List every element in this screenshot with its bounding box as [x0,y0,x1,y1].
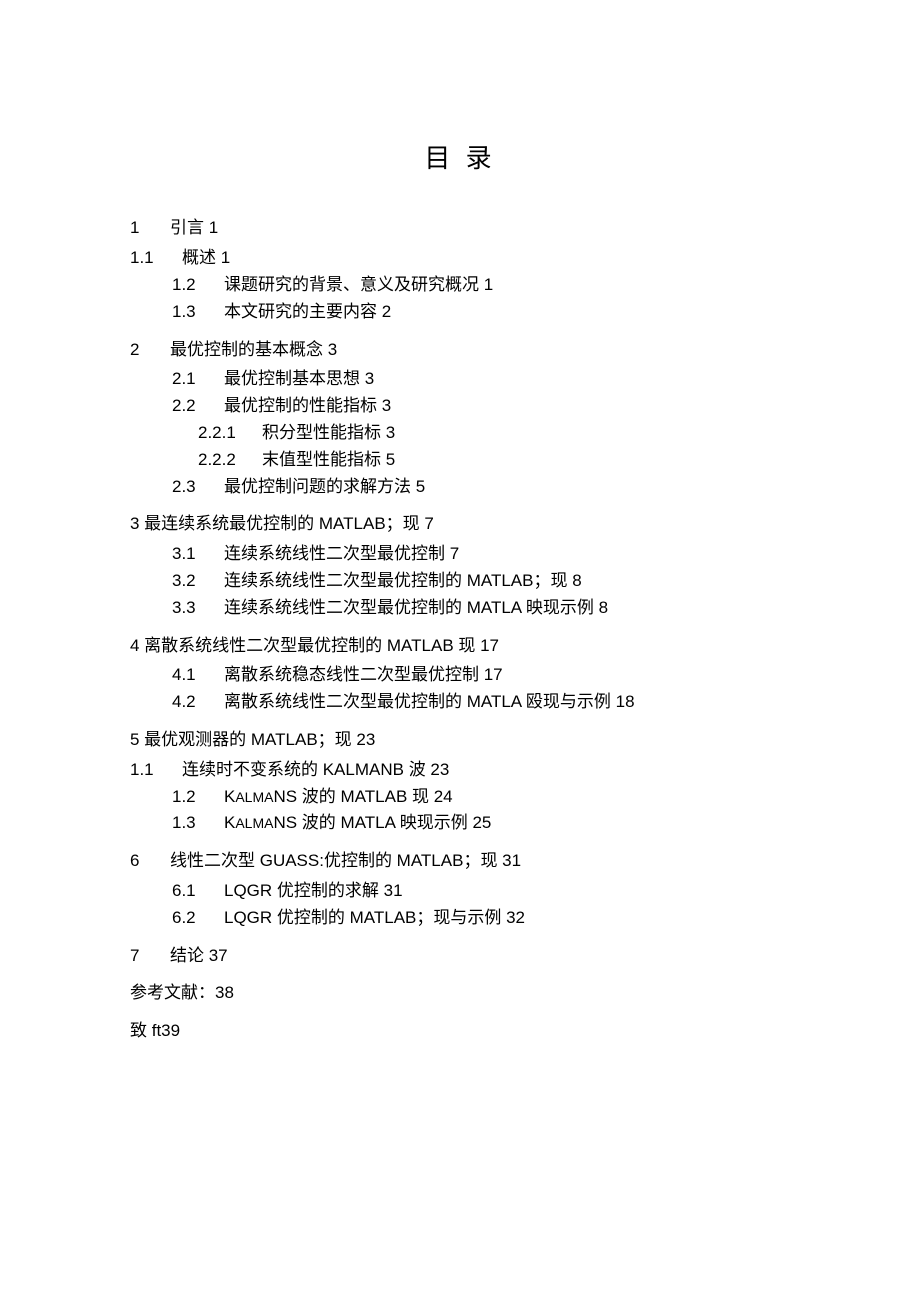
toc-section-3: 3 最连续系统最优控制的 MATLAB；现 7 3.1连续系统线性二次型最优控制… [130,512,790,619]
entry-number: 3.2 [172,569,224,593]
entry-number: 2.2.1 [198,421,262,445]
toc-section-5: 5 最优观测器的 MATLAB；现 23 1.1连续时不变系统的 KALMANB… [130,728,790,835]
entry-text: 连续系统线性二次型最优控制 7 [224,544,459,563]
toc-references: 参考文献：38 [130,981,790,1005]
entry-number: 1 [130,216,170,240]
toc-entry: 4.1离散系统稳态线性二次型最优控制 17 [130,663,790,687]
toc-entry: 1.2课题研究的背景、意义及研究概况 1 [130,273,790,297]
toc-entry: 6.2LQGR 优控制的 MATLAB；现与示例 32 [130,906,790,930]
entry-text: 离散系统线性二次型最优控制的 MATLA 殴现与示例 18 [224,692,635,711]
entry-number: 1.1 [130,758,182,782]
toc-entry: 4 离散系统线性二次型最优控制的 MATLAB 现 17 [130,634,790,658]
entry-number: 2.2 [172,394,224,418]
entry-number: 7 [130,944,170,968]
toc-section-7: 7结论 37 [130,944,790,968]
toc-entry: 3 最连续系统最优控制的 MATLAB；现 7 [130,512,790,536]
entry-text: 3 最连续系统最优控制的 MATLAB；现 7 [130,514,434,533]
toc-entry: 6线性二次型 GUASS:优控制的 MATLAB；现 31 [130,849,790,873]
toc-entry: 6.1LQGR 优控制的求解 31 [130,879,790,903]
toc-section-6: 6线性二次型 GUASS:优控制的 MATLAB；现 31 6.1LQGR 优控… [130,849,790,929]
entry-text: 本文研究的主要内容 2 [224,302,391,321]
entry-number: 1.2 [172,273,224,297]
entry-number: 1.3 [172,811,224,835]
toc-entry: 参考文献：38 [130,981,790,1005]
entry-text: 线性二次型 GUASS:优控制的 MATLAB；现 31 [170,851,521,870]
toc-entry: 1.1连续时不变系统的 KALMANB 波 23 [130,758,790,782]
entry-text: 最优控制的基本概念 3 [170,340,337,359]
entry-text: 引言 1 [170,218,218,237]
toc-entry: 2.1最优控制基本思想 3 [130,367,790,391]
entry-text: LQGR 优控制的 MATLAB；现与示例 32 [224,908,525,927]
entry-text: LQGR 优控制的求解 31 [224,881,403,900]
entry-text-post: NS 波的 MATLA 映现示例 25 [273,813,491,832]
toc-section-1: 1引言 1 1.1概述 1 1.2课题研究的背景、意义及研究概况 1 1.3本文… [130,216,790,323]
toc-entry: 7结论 37 [130,944,790,968]
entry-text: 积分型性能指标 3 [262,423,395,442]
toc-acknowledgement: 致 ft39 [130,1019,790,1043]
toc-entry: 1引言 1 [130,216,790,240]
entry-number: 2.2.2 [198,448,262,472]
toc-entry: 2.2最优控制的性能指标 3 [130,394,790,418]
entry-text: 末值型性能指标 5 [262,450,395,469]
entry-number: 1.3 [172,300,224,324]
entry-number: 6.1 [172,879,224,903]
toc-entry: 致 ft39 [130,1019,790,1043]
entry-number: 2.1 [172,367,224,391]
entry-text: 最优控制的性能指标 3 [224,396,391,415]
toc-entry: 5 最优观测器的 MATLAB；现 23 [130,728,790,752]
entry-number: 4.1 [172,663,224,687]
entry-text: 连续系统线性二次型最优控制的 MATLA 映现示例 8 [224,598,608,617]
entry-text: 连续时不变系统的 KALMANB 波 23 [182,760,449,779]
entry-text-pre: K [224,787,235,806]
entry-number: 1.1 [130,246,182,270]
toc-entry: 3.2连续系统线性二次型最优控制的 MATLAB；现 8 [130,569,790,593]
entry-number: 2.3 [172,475,224,499]
entry-text-pre: K [224,813,235,832]
entry-number: 4.2 [172,690,224,714]
entry-text: 概述 1 [182,248,230,267]
entry-number: 3.3 [172,596,224,620]
toc-entry: 3.1连续系统线性二次型最优控制 7 [130,542,790,566]
toc-entry: 2最优控制的基本概念 3 [130,338,790,362]
toc-entry: 3.3连续系统线性二次型最优控制的 MATLA 映现示例 8 [130,596,790,620]
entry-text-post: NS 波的 MATLAB 现 24 [273,787,452,806]
entry-text: 最优控制基本思想 3 [224,369,374,388]
entry-text: 4 离散系统线性二次型最优控制的 MATLAB 现 17 [130,636,499,655]
entry-text: 参考文献：38 [130,983,234,1002]
entry-text-smallcaps: ALMA [235,789,273,805]
toc-entry: 2.2.2末值型性能指标 5 [130,448,790,472]
toc-entry: 2.2.1积分型性能指标 3 [130,421,790,445]
toc-entry: 4.2离散系统线性二次型最优控制的 MATLA 殴现与示例 18 [130,690,790,714]
entry-text: 连续系统线性二次型最优控制的 MATLAB；现 8 [224,571,582,590]
entry-number: 2 [130,338,170,362]
entry-text: 5 最优观测器的 MATLAB；现 23 [130,730,375,749]
entry-text: 致 ft39 [130,1021,180,1040]
toc-entry: 1.3本文研究的主要内容 2 [130,300,790,324]
toc-section-2: 2最优控制的基本概念 3 2.1最优控制基本思想 3 2.2最优控制的性能指标 … [130,338,790,499]
entry-text-smallcaps: ALMA [235,815,273,831]
toc-entry: 1.1概述 1 [130,246,790,270]
entry-number: 6.2 [172,906,224,930]
toc-section-4: 4 离散系统线性二次型最优控制的 MATLAB 现 17 4.1离散系统稳态线性… [130,634,790,714]
entry-text: 课题研究的背景、意义及研究概况 1 [224,275,493,294]
toc-entry: 2.3最优控制问题的求解方法 5 [130,475,790,499]
entry-number: 6 [130,849,170,873]
toc-entry: 1.3KALMANS 波的 MATLA 映现示例 25 [130,811,790,835]
entry-text: 离散系统稳态线性二次型最优控制 17 [224,665,503,684]
entry-number: 3.1 [172,542,224,566]
entry-text: 最优控制问题的求解方法 5 [224,477,425,496]
entry-text: 结论 37 [170,946,228,965]
page-title: 目 录 [130,140,790,176]
entry-number: 1.2 [172,785,224,809]
toc-entry: 1.2KALMANS 波的 MATLAB 现 24 [130,785,790,809]
